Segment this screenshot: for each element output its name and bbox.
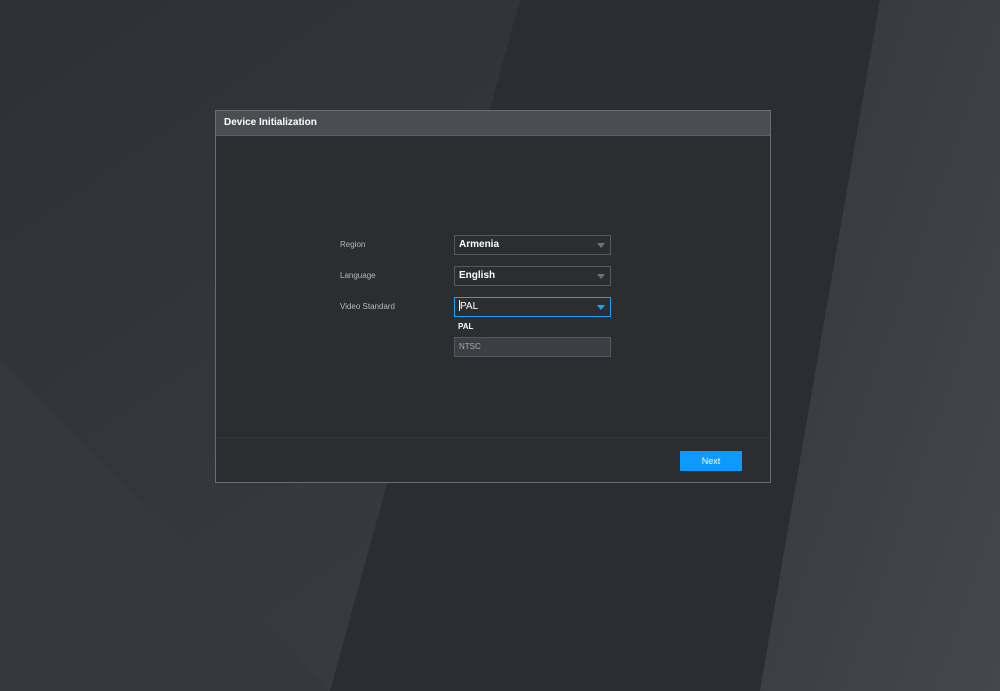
video-standard-option-pal[interactable]: PAL [454, 317, 611, 337]
chevron-down-icon [597, 243, 605, 248]
language-label: Language [340, 271, 376, 280]
device-initialization-dialog: Device Initialization Region Armenia Lan… [215, 110, 771, 483]
language-select[interactable]: English [454, 266, 611, 286]
footer-divider [216, 437, 770, 438]
video-standard-value-wrap: PAL [459, 298, 478, 316]
video-standard-dropdown: PAL NTSC [454, 317, 611, 357]
video-standard-label: Video Standard [340, 302, 396, 311]
language-value: English [459, 270, 496, 281]
chevron-down-icon [597, 305, 605, 310]
next-button[interactable]: Next [680, 451, 742, 471]
dialog-title: Device Initialization [216, 111, 770, 136]
video-standard-value: PAL [460, 301, 479, 312]
region-select[interactable]: Armenia [454, 235, 611, 255]
region-value: Armenia [459, 239, 500, 250]
video-standard-select[interactable]: PAL [454, 297, 611, 317]
video-standard-option-ntsc[interactable]: NTSC [454, 337, 611, 357]
region-label: Region [340, 240, 366, 249]
chevron-down-icon [597, 274, 605, 279]
